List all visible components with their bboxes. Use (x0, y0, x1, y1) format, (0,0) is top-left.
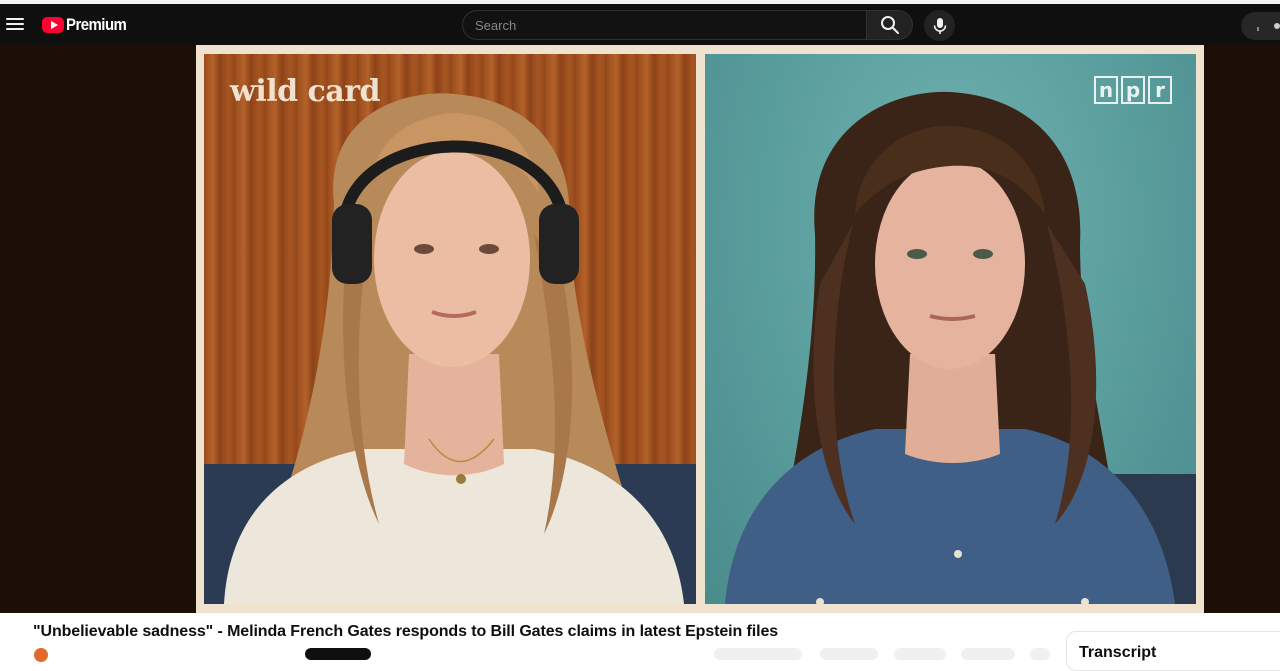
menu-line (6, 28, 24, 30)
microphone-icon (933, 17, 946, 34)
search-icon (880, 16, 899, 34)
account-button[interactable] (1241, 12, 1280, 40)
transcript-panel: Transcript (1066, 631, 1280, 671)
video-left-panel: wild card (204, 54, 696, 604)
video-player[interactable]: wild card n p r (0, 45, 1280, 613)
transcript-panel-title: Transcript (1079, 644, 1157, 661)
npr-letter: r (1148, 76, 1172, 104)
video-right-panel: n p r (705, 54, 1196, 604)
search-input[interactable] (462, 10, 866, 40)
save-button[interactable] (894, 648, 946, 660)
search-button[interactable] (866, 10, 913, 40)
npr-letter: n (1094, 76, 1118, 104)
menu-line (6, 23, 24, 25)
guest-silhouette-left (204, 93, 696, 604)
voice-search-button[interactable] (924, 10, 955, 41)
share-button[interactable] (820, 648, 878, 660)
search-bar (462, 10, 913, 40)
hamburger-icon[interactable] (6, 14, 24, 34)
wild-card-show-logo: wild card (230, 74, 381, 109)
host-silhouette-right (725, 91, 1196, 604)
clip-button[interactable] (961, 648, 1015, 660)
channel-avatar[interactable] (34, 648, 48, 662)
subscribe-button[interactable] (305, 648, 371, 660)
youtube-play-icon (42, 17, 64, 33)
npr-letter: p (1121, 76, 1145, 104)
npr-logo: n p r (1094, 76, 1172, 104)
logo-text: Premium (66, 15, 127, 34)
like-button[interactable] (714, 648, 802, 660)
youtube-premium-logo[interactable]: Premium (42, 15, 135, 35)
menu-line (6, 18, 24, 20)
indicator-mark (1257, 27, 1259, 31)
video-title: "Unbelievable sadness" - Melinda French … (33, 623, 779, 640)
masthead: Premium (0, 4, 1280, 45)
more-actions-button[interactable] (1030, 648, 1050, 660)
indicator-dot (1274, 23, 1280, 29)
